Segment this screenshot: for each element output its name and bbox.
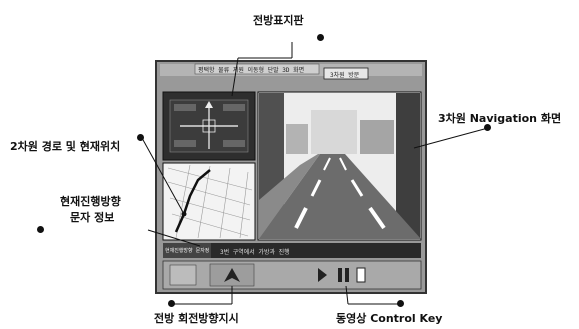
stop-icon[interactable] xyxy=(356,267,366,283)
mode-button-label[interactable]: 3차원 방문 xyxy=(330,70,359,79)
callout-direction-text-line2: 문자 정보 xyxy=(70,211,115,224)
callout-dot-top xyxy=(317,34,324,41)
callout-direction-text-line1: 현재진행방향 xyxy=(60,195,121,208)
control-bar xyxy=(162,260,422,290)
callout-2d-route: 2차원 경로 및 현재위치 xyxy=(10,140,121,153)
callout-dot-bottom-left xyxy=(168,300,175,307)
callout-3d-navigation: 3차원 Navigation 화면 xyxy=(438,112,562,125)
3d-navigation-view xyxy=(257,91,422,241)
navigation-screen xyxy=(155,60,427,294)
callout-dot-left-lower xyxy=(37,226,44,233)
callout-dot-left-upper xyxy=(137,134,144,141)
callout-dot-bottom-right xyxy=(397,300,404,307)
status-label: 현재진행방향 문자정보 xyxy=(165,248,209,254)
diagram-canvas xyxy=(141,42,489,305)
pause-icon[interactable] xyxy=(338,268,342,282)
callout-video-control: 동영상 Control Key xyxy=(336,312,443,325)
home-button[interactable] xyxy=(169,264,197,286)
window-title: 평택항 물류 지원 이동형 단말 3D 화면 xyxy=(198,67,305,74)
callout-front-sign: 전방표지판 xyxy=(253,14,304,27)
status-text: 3번 구역에서 가방과 진행 xyxy=(220,249,290,256)
callout-turn-indicator: 전방 회전방향지시 xyxy=(154,312,239,325)
front-sign-panel xyxy=(162,91,256,161)
